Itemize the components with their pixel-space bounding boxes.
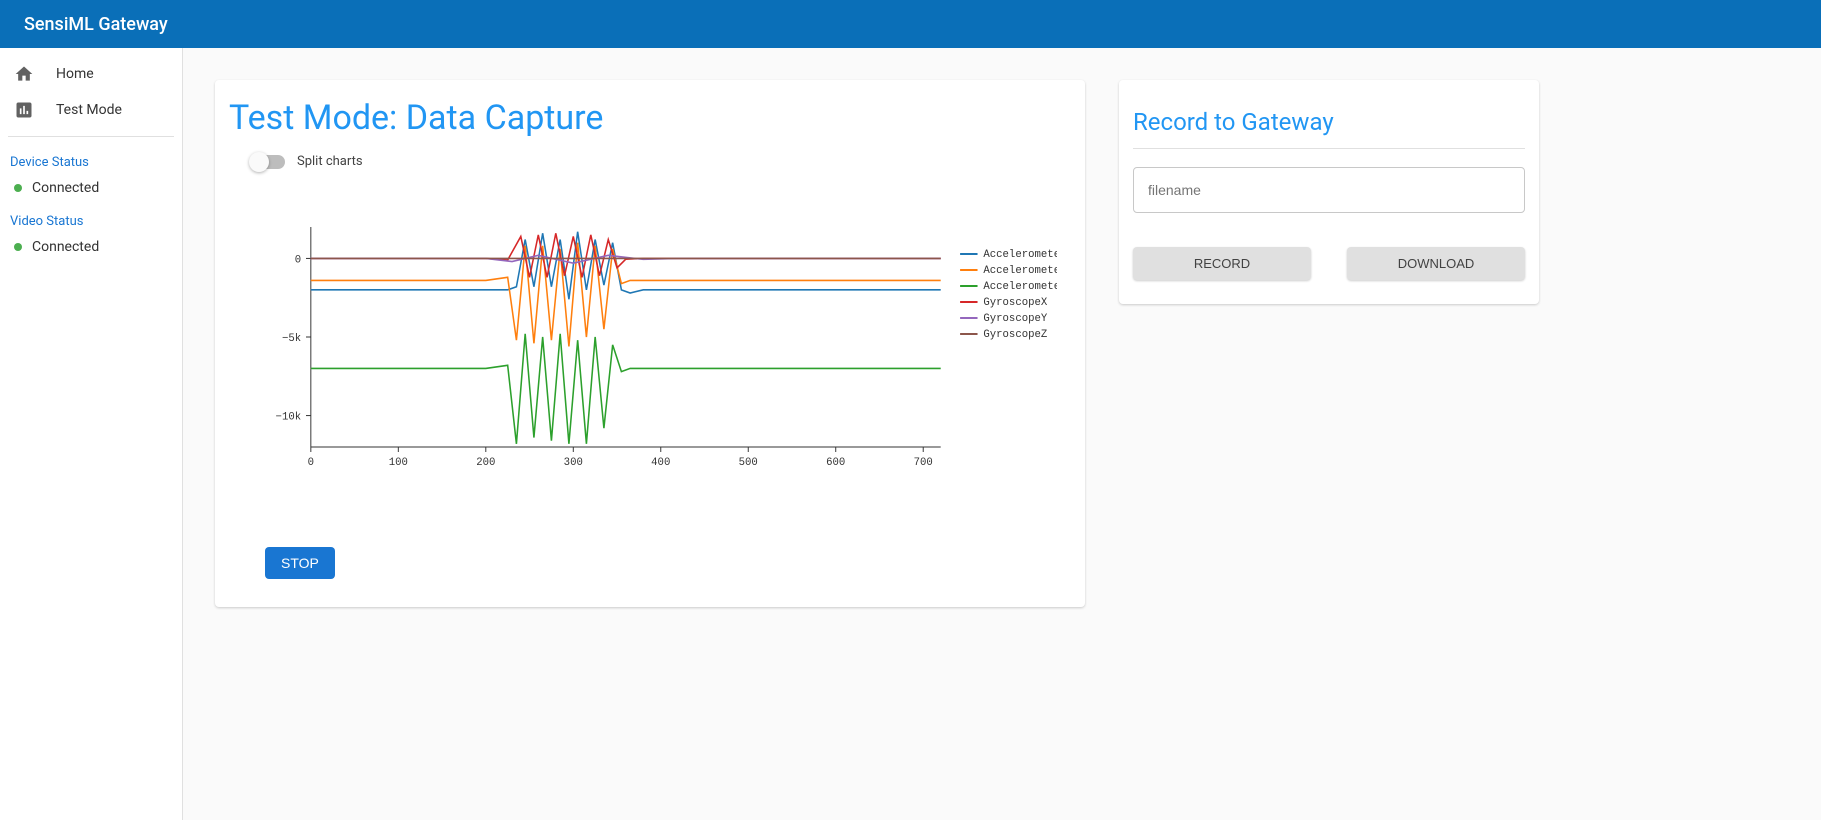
svg-text:AccelerometerZ: AccelerometerZ <box>983 281 1057 293</box>
device-status-heading: Device Status <box>0 145 182 176</box>
app-header: SensiML Gateway <box>0 0 1821 48</box>
sidebar-item-label: Test Mode <box>56 102 122 118</box>
svg-text:AccelerometerY: AccelerometerY <box>983 265 1057 277</box>
bar-chart-icon <box>14 100 34 120</box>
divider <box>8 136 174 137</box>
svg-text:200: 200 <box>476 457 495 469</box>
svg-text:AccelerometerX: AccelerometerX <box>983 249 1057 261</box>
svg-text:500: 500 <box>739 457 758 469</box>
svg-text:0: 0 <box>308 457 314 469</box>
status-dot-icon <box>14 243 22 251</box>
video-status-heading: Video Status <box>0 204 182 235</box>
data-capture-card: Test Mode: Data Capture Split charts 0 −5… <box>215 80 1085 607</box>
sidebar-item-home[interactable]: Home <box>0 56 182 92</box>
record-panel: Record to Gateway Record Download <box>1119 80 1539 304</box>
divider <box>1133 148 1525 149</box>
download-button[interactable]: Download <box>1347 247 1525 280</box>
svg-text:−10k: −10k <box>276 411 302 423</box>
svg-text:700: 700 <box>914 457 933 469</box>
status-label: Connected <box>32 239 99 255</box>
svg-text:GyroscopeX: GyroscopeX <box>983 297 1047 309</box>
page-title: Test Mode: Data Capture <box>229 98 1071 138</box>
split-charts-toggle[interactable] <box>251 155 285 169</box>
app-title: SensiML Gateway <box>24 14 168 35</box>
record-button[interactable]: Record <box>1133 247 1311 280</box>
sensor-chart: 0 −5k −10k 0 100 200 300 400 500 600 700 Accelerome… <box>243 187 1057 527</box>
record-title: Record to Gateway <box>1119 80 1539 148</box>
sidebar-item-test-mode[interactable]: Test Mode <box>0 92 182 128</box>
status-label: Connected <box>32 180 99 196</box>
svg-text:600: 600 <box>826 457 845 469</box>
device-status-item: Connected <box>0 176 182 204</box>
svg-text:300: 300 <box>564 457 583 469</box>
stop-button[interactable]: Stop <box>265 547 335 579</box>
status-dot-icon <box>14 184 22 192</box>
video-status-item: Connected <box>0 235 182 263</box>
sidebar-item-label: Home <box>56 66 94 82</box>
svg-text:−5k: −5k <box>282 333 301 345</box>
split-charts-label: Split charts <box>297 154 363 169</box>
svg-text:GyroscopeY: GyroscopeY <box>983 313 1047 325</box>
sidebar: Home Test Mode Device Status Connected V… <box>0 48 183 820</box>
svg-text:GyroscopeZ: GyroscopeZ <box>983 329 1047 341</box>
home-icon <box>14 64 34 84</box>
svg-text:0: 0 <box>295 254 301 266</box>
filename-input[interactable] <box>1133 167 1525 213</box>
svg-text:100: 100 <box>389 457 408 469</box>
svg-text:400: 400 <box>651 457 670 469</box>
